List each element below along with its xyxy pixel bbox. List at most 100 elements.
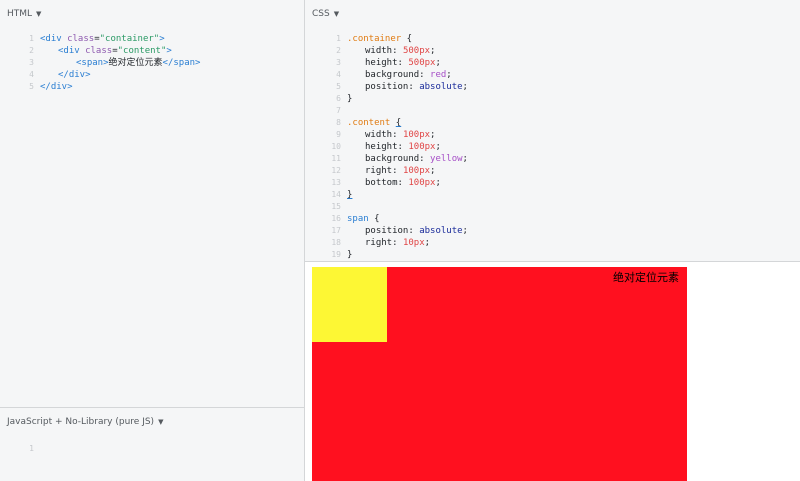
html-tag: <div: [40, 34, 68, 44]
css-brace: {: [401, 34, 413, 44]
result-container-box: 绝对定位元素: [312, 267, 687, 481]
line-number: 1: [336, 34, 341, 43]
code-line: 6 }: [327, 93, 468, 105]
code-line: 19 }: [327, 249, 468, 261]
code-line: 10 height: 100px;: [327, 141, 468, 153]
css-property: bottom:: [365, 178, 409, 188]
line-number: 13: [331, 178, 341, 187]
line-number: 17: [331, 226, 341, 235]
js-editor-panel[interactable]: JavaScript + No-Library (pure JS) ▼ 1: [0, 407, 305, 481]
chevron-down-icon[interactable]: ▼: [334, 10, 339, 18]
html-panel-title: HTML: [7, 9, 33, 19]
html-string: "container": [99, 34, 160, 44]
css-semicolon: ;: [435, 142, 441, 152]
html-tag: <div: [58, 46, 86, 56]
code-line: 8 .content {: [327, 117, 468, 129]
css-semicolon: ;: [462, 82, 468, 92]
html-attr: class: [85, 46, 113, 56]
css-selector: .container: [347, 34, 402, 44]
code-line: 13 bottom: 100px;: [327, 177, 468, 189]
code-line: 4 background: red;: [327, 69, 468, 81]
line-number: 9: [336, 130, 341, 139]
html-string: "content": [117, 46, 167, 56]
css-semicolon: ;: [424, 238, 431, 248]
js-panel-header[interactable]: JavaScript + No-Library (pure JS) ▼: [7, 417, 163, 427]
css-semicolon: ;: [462, 226, 468, 236]
line-number: 1: [29, 34, 34, 43]
css-semicolon: ;: [462, 154, 468, 164]
code-line: 4 </div>: [20, 69, 200, 81]
css-property: height:: [365, 58, 409, 68]
css-value: 10px: [402, 238, 425, 248]
line-number: 7: [336, 106, 341, 115]
css-panel-header[interactable]: CSS ▼: [312, 9, 339, 19]
code-line: 1 <div class="container">: [20, 33, 200, 45]
css-semicolon: ;: [430, 46, 436, 56]
css-value: 100px: [408, 142, 436, 152]
html-tag: </div>: [58, 70, 91, 80]
css-semicolon: ;: [435, 58, 441, 68]
chevron-down-icon[interactable]: ▼: [158, 418, 163, 426]
css-property: right:: [365, 238, 403, 248]
line-number: 3: [29, 58, 34, 67]
line-number: 16: [331, 214, 341, 223]
js-panel-title: JavaScript + No-Library (pure JS): [7, 417, 155, 427]
line-number: 2: [29, 46, 34, 55]
html-editor-panel[interactable]: HTML ▼ 1 <div class="container"> 2 <div …: [0, 0, 305, 407]
css-property: background:: [365, 154, 431, 164]
js-code[interactable]: 1: [20, 443, 40, 455]
html-tag: >: [159, 34, 165, 44]
css-property: position:: [365, 226, 420, 236]
html-panel-header[interactable]: HTML ▼: [7, 9, 41, 19]
css-value: red: [430, 70, 447, 80]
css-value: absolute: [419, 226, 463, 236]
css-property: background:: [365, 70, 431, 80]
line-number: 19: [331, 250, 341, 259]
html-tag: </div>: [40, 82, 73, 92]
code-line: 3 height: 500px;: [327, 57, 468, 69]
line-number: 2: [336, 46, 341, 55]
css-property: right:: [365, 166, 403, 176]
css-brace: {: [368, 214, 380, 224]
html-code[interactable]: 1 <div class="container"> 2 <div class="…: [20, 33, 200, 93]
line-number: 11: [331, 154, 341, 163]
css-value: 500px: [402, 46, 431, 56]
html-tag: >: [166, 46, 172, 56]
css-brace: }: [347, 190, 353, 200]
line-number: 10: [331, 142, 341, 151]
code-line: 1: [20, 443, 40, 455]
code-line: 3 <span>绝对定位元素</span>: [20, 57, 200, 69]
html-tag: </span>: [162, 58, 201, 68]
html-tag: <span>: [76, 58, 109, 68]
result-panel: 绝对定位元素: [305, 262, 800, 481]
code-line: 11 background: yellow;: [327, 153, 468, 165]
line-number: 1: [29, 444, 34, 453]
result-content-box: [312, 267, 387, 342]
css-semicolon: ;: [446, 70, 452, 80]
chevron-down-icon[interactable]: ▼: [36, 10, 41, 18]
css-code[interactable]: 1 .container { 2 width: 500px; 3 height:…: [327, 33, 468, 261]
line-number: 4: [29, 70, 34, 79]
code-line: 15: [327, 201, 468, 213]
line-number: 15: [331, 202, 341, 211]
css-value: absolute: [419, 82, 463, 92]
code-line: 18 right: 10px;: [327, 237, 468, 249]
line-number: 5: [29, 82, 34, 91]
code-line: 17 position: absolute;: [327, 225, 468, 237]
css-editor-panel[interactable]: CSS ▼ 1 .container { 2 width: 500px; 3 h…: [305, 0, 800, 262]
css-value: 500px: [408, 58, 436, 68]
css-brace: {: [395, 118, 402, 128]
code-line: 1 .container {: [327, 33, 468, 45]
code-line: 12 right: 100px;: [327, 165, 468, 177]
line-number: 4: [336, 70, 341, 79]
css-selector: span: [347, 214, 369, 224]
css-value: 100px: [402, 130, 431, 140]
code-line: 2 width: 500px;: [327, 45, 468, 57]
html-text: 绝对定位元素: [108, 58, 163, 68]
css-property: position:: [365, 82, 420, 92]
result-span-text: 绝对定位元素: [613, 271, 679, 284]
css-value: 100px: [402, 166, 431, 176]
line-number: 3: [336, 58, 341, 67]
css-value: yellow: [430, 154, 463, 164]
code-line: 7: [327, 105, 468, 117]
